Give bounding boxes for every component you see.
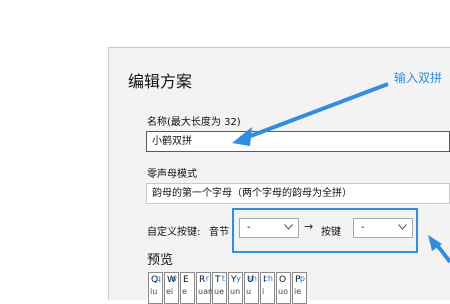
annotation-arrows bbox=[232, 82, 450, 264]
callout-arrowhead-top bbox=[232, 127, 252, 146]
callout-arrow-top bbox=[239, 82, 389, 142]
